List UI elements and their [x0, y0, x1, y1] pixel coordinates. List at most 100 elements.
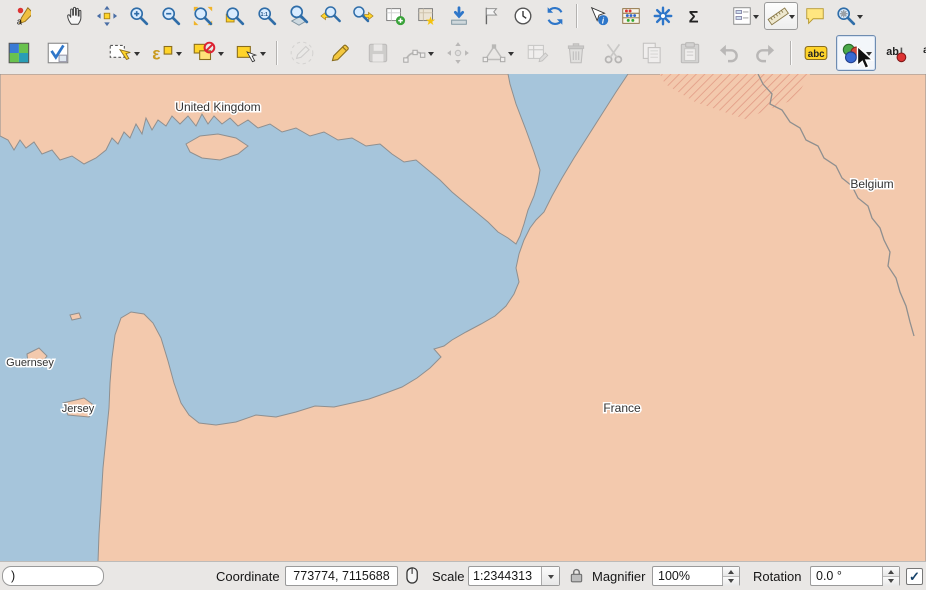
new-map-view-icon — [384, 5, 406, 27]
deselect-features-button[interactable] — [188, 35, 228, 71]
map-theme-button[interactable] — [2, 35, 38, 71]
rotation-label: Rotation — [753, 569, 801, 584]
delete-selected-icon — [563, 40, 589, 66]
layer-diagram-options-button[interactable] — [836, 35, 876, 71]
pan-map-to-selection-button[interactable] — [92, 2, 122, 30]
select-yellow-icon — [233, 40, 259, 66]
clipped-label-tool-button[interactable]: a — [2, 2, 32, 30]
zoom-to-native-resolution-button[interactable]: 1:1 — [252, 2, 282, 30]
mouse-position-icon[interactable] — [403, 566, 422, 585]
select-by-form-button[interactable] — [230, 35, 270, 71]
zoom-in-icon — [128, 5, 150, 27]
identify-features-button[interactable]: i — [584, 2, 614, 30]
dropdown-arrow-icon[interactable] — [217, 36, 225, 70]
dropdown-arrow-icon[interactable] — [259, 36, 267, 70]
step-down-icon[interactable] — [883, 577, 899, 586]
rotation-stepper[interactable] — [882, 567, 899, 585]
zoom-options-button[interactable] — [832, 2, 866, 30]
paste-features-button — [672, 35, 708, 71]
form-icon — [731, 5, 753, 27]
dropdown-arrow-icon[interactable] — [857, 3, 863, 29]
search-gear-icon — [835, 5, 857, 27]
ab-pin-icon: ab — [883, 40, 909, 66]
deselect-icon — [191, 40, 217, 66]
vertex-tool-icon — [481, 40, 507, 66]
highlight-pinned-labels-button[interactable]: abc — [916, 35, 926, 71]
new-map-view-button[interactable] — [380, 2, 410, 30]
zoom-next-button[interactable] — [348, 2, 378, 30]
map-label: Guernsey — [6, 357, 54, 369]
lock-icon[interactable] — [567, 566, 586, 585]
dropdown-arrow-icon[interactable] — [175, 36, 183, 70]
vertex-tool-button — [478, 35, 518, 71]
select-rect-icon — [107, 40, 133, 66]
map-canvas[interactable]: United KingdomBelgiumGuernseyJerseyFranc… — [0, 74, 926, 562]
processing-icon — [652, 5, 674, 27]
pan-map-button[interactable] — [60, 2, 90, 30]
move-feature-icon — [445, 40, 471, 66]
render-checkbox[interactable]: ✓ — [906, 568, 923, 585]
dropdown-arrow-icon[interactable] — [507, 36, 515, 70]
show-statistics-button[interactable]: Σ — [680, 2, 710, 30]
statistical-summary-button[interactable] — [616, 2, 646, 30]
zoom-last-button[interactable] — [316, 2, 346, 30]
refresh-map-button[interactable] — [540, 2, 570, 30]
identify-icon: i — [588, 5, 610, 27]
zoom-full-extent-button[interactable] — [188, 2, 218, 30]
pin-unpin-labels-button[interactable]: ab — [878, 35, 914, 71]
scale-value[interactable]: 1:2344313 — [469, 567, 541, 585]
capture-down-icon — [448, 5, 470, 27]
cut-features-button — [596, 35, 632, 71]
measure-line-button[interactable] — [764, 2, 798, 30]
cut-icon — [601, 40, 627, 66]
capture-coordinates-button[interactable] — [444, 2, 474, 30]
select-features-button[interactable] — [104, 35, 144, 71]
digitizing-labeling-toolbar: εabcababcab — [0, 31, 926, 75]
copy-icon — [639, 40, 665, 66]
select-by-expression-button[interactable]: ε — [146, 35, 186, 71]
svg-text:Σ: Σ — [689, 8, 699, 26]
redo-icon — [753, 40, 779, 66]
check-validity-button[interactable] — [40, 35, 76, 71]
zoom-in-button[interactable] — [124, 2, 154, 30]
magnifier-value[interactable]: 100% — [653, 567, 722, 585]
step-down-icon[interactable] — [723, 577, 739, 586]
new-spatial-bookmark-button[interactable]: ★ — [412, 2, 442, 30]
abc-icon: abc — [803, 40, 829, 66]
step-up-icon[interactable] — [723, 567, 739, 577]
dropdown-arrow-icon[interactable] — [133, 36, 141, 70]
magnifier-spinbox[interactable]: 100% — [652, 566, 740, 586]
coordinate-input[interactable]: 773774, 7115688 — [285, 566, 398, 586]
move-feature-button — [440, 35, 476, 71]
dropdown-arrow-icon[interactable] — [427, 36, 435, 70]
rotation-value[interactable]: 0.0 ° — [811, 567, 882, 585]
undo-button — [710, 35, 746, 71]
map-tips-button[interactable] — [800, 2, 830, 30]
temporal-flag-button[interactable] — [476, 2, 506, 30]
step-up-icon[interactable] — [883, 567, 899, 577]
dropdown-arrow-icon[interactable] — [753, 3, 759, 29]
magnifier-stepper[interactable] — [722, 567, 739, 585]
toggle-editing-button[interactable] — [322, 35, 358, 71]
processing-toolbox-button[interactable] — [648, 2, 678, 30]
zoom-out-button[interactable] — [156, 2, 186, 30]
zoom-to-selection-button[interactable] — [220, 2, 250, 30]
abc-red-icon: abc — [921, 40, 926, 66]
locator-input[interactable]: ) — [2, 566, 104, 586]
dropdown-arrow-icon[interactable] — [789, 3, 795, 29]
sigma-icon: Σ — [684, 5, 706, 27]
modify-attributes-button — [520, 35, 556, 71]
layer-labeling-options-button[interactable]: abc — [798, 35, 834, 71]
scale-label: Scale — [432, 569, 465, 584]
temporal-controller-button[interactable] — [508, 2, 538, 30]
toolbar-separator — [576, 4, 578, 28]
modify-attributes-icon — [525, 40, 551, 66]
undo-icon — [715, 40, 741, 66]
dropdown-arrow-icon[interactable] — [865, 36, 873, 70]
map-label: United Kingdom — [175, 100, 260, 114]
rotation-spinbox[interactable]: 0.0 ° — [810, 566, 900, 586]
open-attribute-form-button[interactable] — [728, 2, 762, 30]
zoom-to-layer-button[interactable] — [284, 2, 314, 30]
scale-dropdown-button[interactable] — [541, 567, 559, 585]
scale-combo[interactable]: 1:2344313 — [468, 566, 560, 586]
